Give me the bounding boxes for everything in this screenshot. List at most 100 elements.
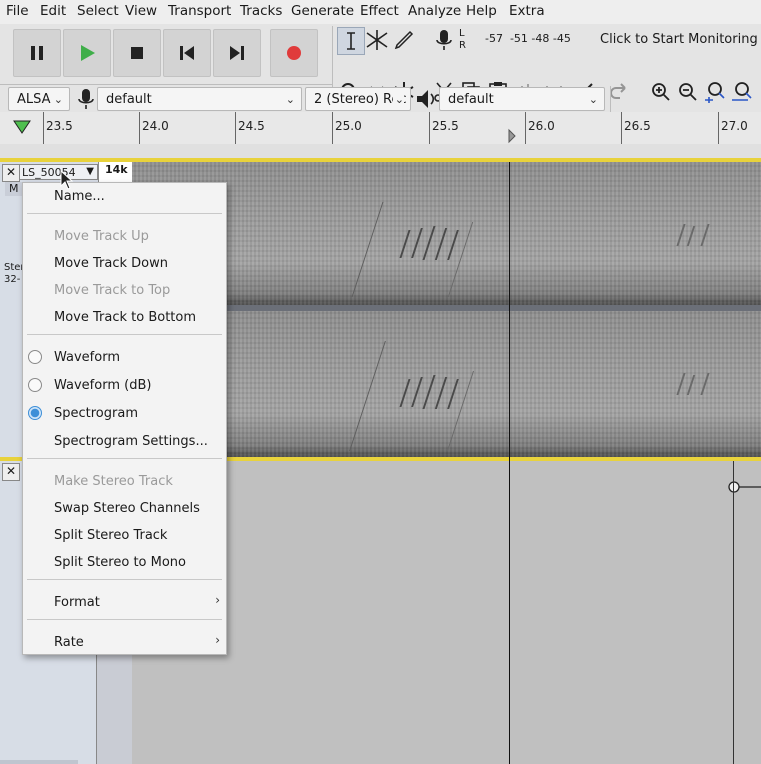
spectrogram-radio[interactable] [28,406,42,420]
recording-device-select[interactable]: default ⌄ [97,87,302,111]
record-meter-button[interactable] [431,27,457,53]
close-track-button[interactable]: ✕ [2,463,20,481]
toolbar-area: L R -57 -51 -48 -45 Click to Start Monit… [0,24,761,112]
toolbar-divider [610,86,611,112]
ruler-label: 24.5 [238,119,265,133]
stop-icon [131,47,143,59]
timeline-ruler[interactable]: 23.5 24.0 24.5 25.0 25.5 26.0 26.5 27.0 [0,112,761,145]
spectrogram-feature [422,375,436,409]
spectrogram-feature [422,226,436,260]
menu-select[interactable]: Select [77,3,119,19]
menu-generate[interactable]: Generate [291,3,354,19]
menu-item-make-stereo-track[interactable]: Make Stereo Track [54,474,173,489]
envelope-point-icon[interactable] [726,479,761,495]
spectrogram-feature [349,341,386,451]
spectrogram-feature [434,377,448,409]
menu-item-spectrogram-settings[interactable]: Spectrogram Settings... [54,434,208,449]
fit-selection-icon [705,82,725,103]
frequency-label: 14k [105,163,128,176]
menu-item-name[interactable]: Name... [54,189,105,204]
draw-tool-button[interactable] [391,27,417,53]
close-icon: ✕ [5,464,17,478]
waveform-db-radio[interactable] [28,378,42,392]
menu-item-format[interactable]: Format [54,595,100,610]
edit-cursor-line [509,162,510,764]
spectrogram-feature [700,373,710,395]
menu-extra[interactable]: Extra [509,3,545,19]
ruler-label: 23.5 [46,119,73,133]
chevron-right-icon: › [215,593,220,607]
track-context-menu: Name... Move Track Up Move Track Down Mo… [22,182,227,655]
menu-item-move-track-up[interactable]: Move Track Up [54,229,149,244]
menu-item-waveform[interactable]: Waveform [54,350,120,365]
spectrogram-feature [434,228,448,260]
menu-separator [27,619,222,620]
menu-tracks[interactable]: Tracks [240,3,282,19]
menu-effect[interactable]: Effect [360,3,399,19]
audio-host-select[interactable]: ALSA ⌄ [8,87,70,111]
recording-device-value: default [106,92,152,107]
zoom-in-button[interactable] [648,79,674,105]
spectrogram-feature [676,373,686,395]
skip-to-start-button[interactable] [163,29,211,77]
envelope-tool-button[interactable] [364,27,390,53]
menu-transport[interactable]: Transport [168,3,231,19]
track-resize-handle[interactable] [0,760,78,764]
spectrogram-feature [399,379,411,407]
skip-to-end-button[interactable] [213,29,261,77]
spectrogram-feature [447,371,474,451]
fit-project-button[interactable] [729,79,755,105]
spectrogram-feature [411,377,423,407]
chevron-right-icon: › [215,633,220,647]
menu-item-split-stereo-track[interactable]: Split Stereo Track [54,528,167,543]
menu-edit[interactable]: Edit [40,3,66,19]
chevron-down-icon: ⌄ [588,93,598,106]
playback-device-select[interactable]: default ⌄ [439,87,605,111]
menu-analyze[interactable]: Analyze [408,3,461,19]
spectrogram-feature [686,226,696,246]
menu-help[interactable]: Help [466,3,497,19]
mute-label: M [9,182,19,195]
recording-channels-select[interactable]: 2 (Stereo) Rec ⌄ [305,87,411,111]
play-head-icon [13,120,31,134]
menu-item-rate[interactable]: Rate [54,635,84,650]
menu-item-move-track-to-bottom[interactable]: Move Track to Bottom [54,310,196,325]
meter-left-label: L [459,28,465,39]
menu-item-waveform-db[interactable]: Waveform (dB) [54,378,151,393]
spectrogram-feature [686,375,696,395]
playback-device-icon-container [413,86,439,112]
stop-button[interactable] [113,29,161,77]
pause-button[interactable] [13,29,61,77]
ruler-label: 25.0 [335,119,362,133]
record-icon [287,46,301,60]
recording-device-icon-container [73,86,99,112]
zoom-out-icon [679,83,697,101]
menu-item-move-track-down[interactable]: Move Track Down [54,256,168,271]
menu-item-spectrogram[interactable]: Spectrogram [54,406,138,421]
audio-host-value: ALSA [17,92,51,107]
ruler-label: 25.5 [432,119,459,133]
menu-item-move-track-to-top[interactable]: Move Track to Top [54,283,170,298]
play-button[interactable] [63,29,111,77]
monitor-label[interactable]: Click to Start Monitoring [600,32,758,47]
microphone-icon [436,30,452,50]
toolbar-divider [0,84,332,85]
meter-scale: -57 -51 -48 -45 [485,32,571,45]
ruler-label: 24.0 [142,119,169,133]
spectrogram-feature [447,222,474,297]
menu-item-split-stereo-to-mono[interactable]: Split Stereo to Mono [54,555,186,570]
ruler-label: 26.0 [528,119,555,133]
selection-tool-button[interactable] [337,27,365,55]
ruler-tick [43,112,44,144]
ruler-tick [525,112,526,144]
zoom-out-button[interactable] [675,79,701,105]
close-track-button[interactable]: ✕ [2,164,20,182]
fit-project-icon [732,82,752,101]
waveform-radio[interactable] [28,350,42,364]
track-name-button[interactable]: LS_50054 ▼ [19,164,98,180]
fit-selection-button[interactable] [702,79,728,105]
menu-item-swap-stereo-channels[interactable]: Swap Stereo Channels [54,501,200,516]
menu-file[interactable]: File [6,3,29,19]
menu-view[interactable]: View [125,3,157,19]
record-button[interactable] [270,29,318,77]
